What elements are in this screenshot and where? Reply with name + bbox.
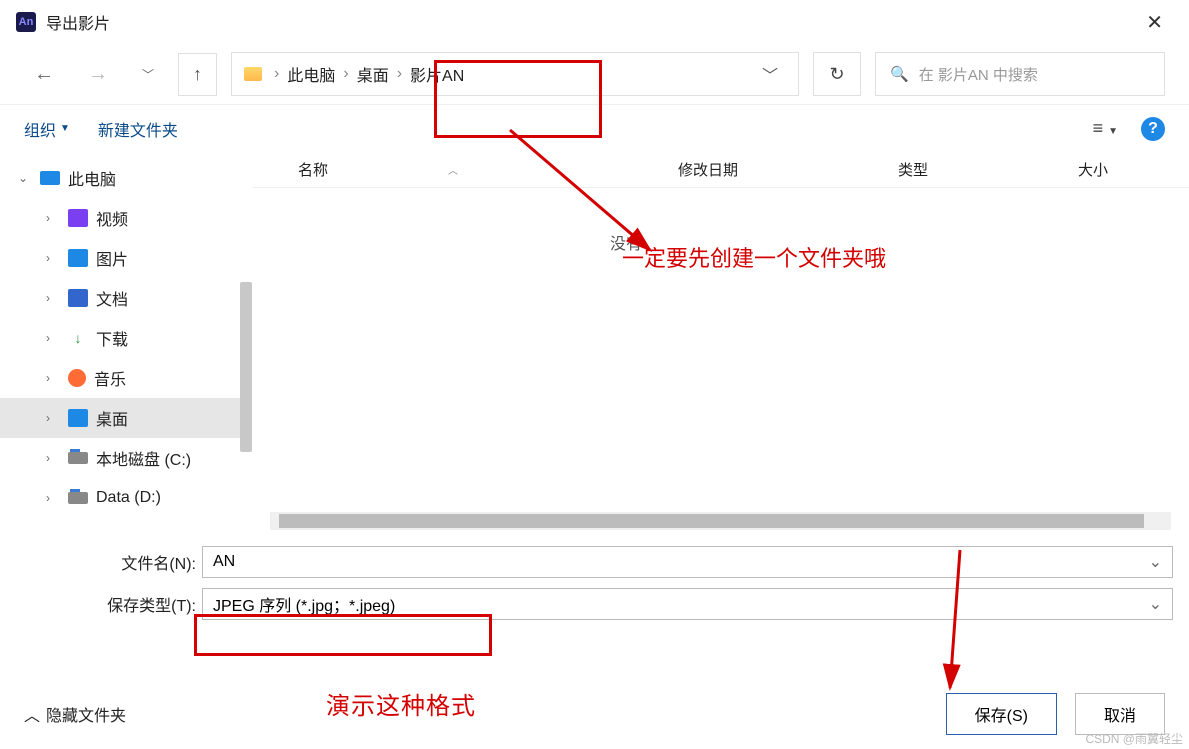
collapse-icon[interactable]: ⌄ xyxy=(18,171,32,185)
search-placeholder: 在 影片AN 中搜索 xyxy=(919,64,1038,85)
expand-icon[interactable]: › xyxy=(46,291,60,305)
tree-label: 视频 xyxy=(96,206,128,230)
col-name[interactable]: 名称 xyxy=(298,159,328,180)
filename-value: AN xyxy=(213,553,235,571)
expand-icon[interactable]: › xyxy=(46,211,60,225)
annotation-box-filetype xyxy=(194,614,492,656)
tree-label: 桌面 xyxy=(96,406,128,430)
expand-icon[interactable]: › xyxy=(46,331,60,345)
filename-label: 文件名(N): xyxy=(16,550,202,574)
col-size[interactable]: 大小 xyxy=(1078,159,1189,180)
tree-item-music[interactable]: › 音乐 xyxy=(0,358,252,398)
tree-item-disk-d[interactable]: › Data (D:) xyxy=(0,478,252,518)
tree-label: 音乐 xyxy=(94,366,126,390)
forward-button[interactable]: → xyxy=(78,57,118,92)
expand-icon[interactable]: › xyxy=(46,251,60,265)
help-button[interactable]: ? xyxy=(1141,117,1165,141)
app-icon: An xyxy=(16,12,36,32)
col-type[interactable]: 类型 xyxy=(898,159,1078,180)
cancel-button[interactable]: 取消 xyxy=(1075,693,1165,735)
organize-menu[interactable]: 组织▼ xyxy=(24,117,70,141)
tree-item-disk-c[interactable]: › 本地磁盘 (C:) xyxy=(0,438,252,478)
filename-input[interactable]: AN ⌄ xyxy=(202,546,1173,578)
chevron-right-icon: › xyxy=(272,65,281,83)
expand-icon[interactable]: › xyxy=(46,491,60,505)
new-folder-button[interactable]: 新建文件夹 xyxy=(98,117,178,141)
up-button[interactable]: ↑ xyxy=(178,53,217,96)
expand-icon[interactable]: › xyxy=(46,451,60,465)
sidebar-scrollbar[interactable] xyxy=(240,282,252,452)
music-icon xyxy=(68,369,86,387)
view-mode-button[interactable]: ≡ ▼ xyxy=(1084,113,1127,144)
desktop-icon xyxy=(68,409,88,427)
recent-dropdown[interactable]: ﹀ xyxy=(132,60,164,89)
folder-icon xyxy=(244,67,262,81)
tree-label: 文档 xyxy=(96,286,128,310)
image-icon xyxy=(68,249,88,267)
refresh-button[interactable]: ↻ xyxy=(813,52,861,96)
watermark: CSDN @雨翼轻尘 xyxy=(1085,730,1183,747)
crumb-pc[interactable]: 此电脑 xyxy=(281,62,341,86)
hide-folders-toggle[interactable]: ︿ 隐藏文件夹 xyxy=(24,702,126,726)
sidebar: ⌄ 此电脑 › 视频 › 图片 › 文档 › ↓ 下载 › 音乐 xyxy=(0,152,252,534)
empty-text: 没有 xyxy=(610,230,642,254)
chevron-right-icon: › xyxy=(395,65,404,83)
doc-icon xyxy=(68,289,88,307)
disk-icon xyxy=(68,452,88,464)
filetype-select[interactable]: JPEG 序列 (*.jpg；*.jpeg) ⌄ xyxy=(202,588,1173,620)
window-title: 导出影片 xyxy=(46,10,1136,34)
chevron-up-icon: ︿ xyxy=(24,702,40,726)
search-icon: 🔍 xyxy=(890,65,909,83)
tree-item-images[interactable]: › 图片 xyxy=(0,238,252,278)
tree-label: 图片 xyxy=(96,246,128,270)
tree-label: 下载 xyxy=(96,326,128,350)
crumb-folder[interactable]: 影片AN xyxy=(404,62,470,86)
tree-item-video[interactable]: › 视频 xyxy=(0,198,252,238)
tree-item-downloads[interactable]: › ↓ 下载 xyxy=(0,318,252,358)
dropdown-icon[interactable]: ⌄ xyxy=(1149,594,1162,614)
download-icon: ↓ xyxy=(68,329,88,347)
expand-icon[interactable]: › xyxy=(46,371,60,385)
path-bar[interactable]: › 此电脑 › 桌面 › 影片AN ﹀ xyxy=(231,52,799,96)
hide-folders-label: 隐藏文件夹 xyxy=(46,702,126,726)
horizontal-scrollbar[interactable] xyxy=(270,512,1171,530)
disk-icon xyxy=(68,492,88,504)
crumb-desktop[interactable]: 桌面 xyxy=(351,62,395,86)
pc-icon xyxy=(40,171,60,185)
column-headers[interactable]: 名称 ︿ 修改日期 类型 大小 xyxy=(252,152,1189,188)
tree-label: 本地磁盘 (C:) xyxy=(96,446,191,470)
expand-icon[interactable]: › xyxy=(46,411,60,425)
tree-item-docs[interactable]: › 文档 xyxy=(0,278,252,318)
col-date[interactable]: 修改日期 xyxy=(678,159,898,180)
tree-label: 此电脑 xyxy=(68,166,116,190)
search-input[interactable]: 🔍 在 影片AN 中搜索 xyxy=(875,52,1165,96)
scrollbar-thumb[interactable] xyxy=(279,514,1144,528)
close-button[interactable]: ✕ xyxy=(1136,6,1173,39)
tree-item-desktop[interactable]: › 桌面 xyxy=(0,398,252,438)
dropdown-icon[interactable]: ⌄ xyxy=(1149,552,1162,572)
filetype-value: JPEG 序列 (*.jpg；*.jpeg) xyxy=(213,592,395,616)
chevron-right-icon: › xyxy=(341,65,350,83)
sort-indicator-icon: ︿ xyxy=(448,162,458,177)
tree-label: Data (D:) xyxy=(96,489,161,507)
filetype-label: 保存类型(T): xyxy=(16,592,202,616)
save-button[interactable]: 保存(S) xyxy=(946,693,1057,735)
path-dropdown[interactable]: ﹀ xyxy=(754,62,786,86)
video-icon xyxy=(68,209,88,227)
back-button[interactable]: ← xyxy=(24,57,64,92)
file-list-empty: 没有 xyxy=(252,188,1189,512)
tree-root-pc[interactable]: ⌄ 此电脑 xyxy=(0,158,252,198)
